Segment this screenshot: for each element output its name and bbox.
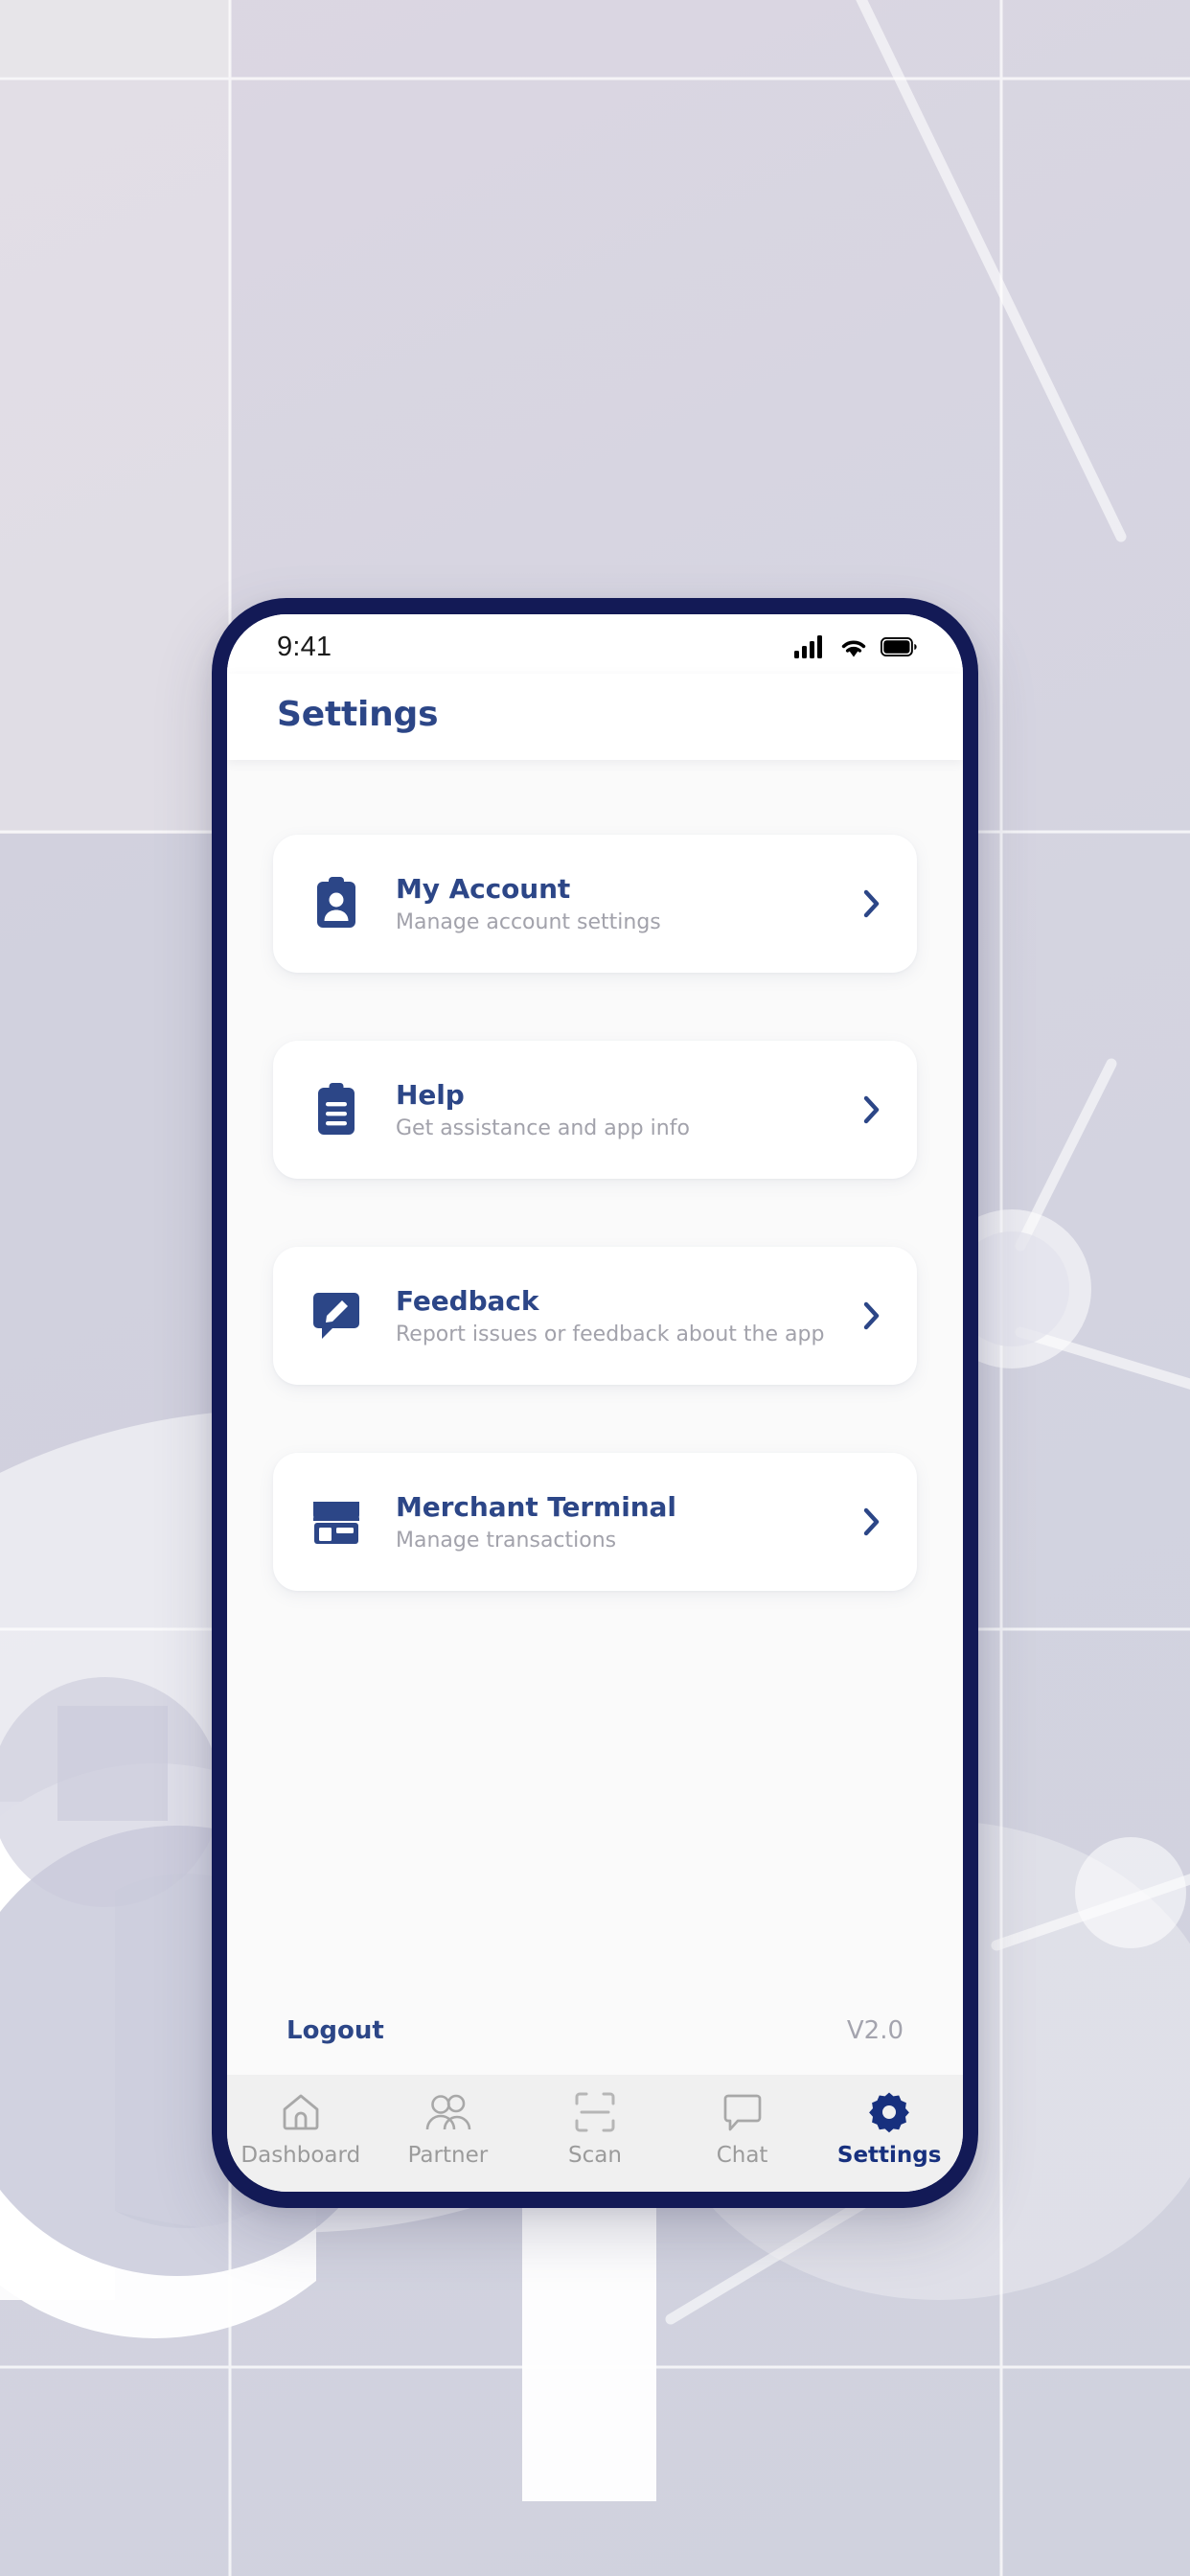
feedback-bubble-pencil-icon [309, 1289, 363, 1343]
nav-item-chat[interactable]: Chat [673, 2090, 812, 2168]
settings-item-text: Help Get assistance and app info [396, 1079, 859, 1140]
chevron-right-icon[interactable] [859, 1507, 884, 1536]
phone-screen: 9:41 Settings My Account Manage account … [227, 614, 963, 2192]
chevron-right-icon[interactable] [859, 1095, 884, 1124]
settings-item-merchant-terminal[interactable]: Merchant Terminal Manage transactions [273, 1453, 917, 1591]
nav-item-dashboard[interactable]: Dashboard [231, 2090, 370, 2168]
settings-item-text: Merchant Terminal Manage transactions [396, 1491, 859, 1552]
battery-icon [881, 637, 917, 656]
home-icon [280, 2090, 322, 2134]
settings-item-title: Merchant Terminal [396, 1491, 676, 1523]
nav-item-settings[interactable]: Settings [820, 2090, 959, 2168]
nav-label: Settings [836, 2143, 942, 2168]
chevron-right-icon[interactable] [859, 1301, 884, 1330]
settings-item-subtitle: Manage account settings [396, 910, 661, 934]
nav-label: Partner [407, 2143, 489, 2168]
settings-content: My Account Manage account settings Help … [227, 760, 963, 2075]
storefront-icon [309, 1495, 363, 1549]
settings-item-text: My Account Manage account settings [396, 873, 859, 934]
nav-label: Dashboard [240, 2143, 361, 2168]
bottom-navigation-bar: Dashboard Partner Scan Chat Settings [227, 2075, 963, 2192]
clipboard-icon [309, 1083, 363, 1137]
settings-item-title: Feedback [396, 1285, 539, 1317]
app-header: Settings [227, 674, 963, 760]
settings-item-subtitle: Manage transactions [396, 1529, 617, 1552]
nav-item-scan[interactable]: Scan [525, 2090, 664, 2168]
nav-label: Scan [568, 2143, 622, 2168]
id-badge-icon [309, 877, 363, 931]
settings-item-my-account[interactable]: My Account Manage account settings [273, 835, 917, 973]
gear-icon [868, 2090, 910, 2134]
settings-item-subtitle: Get assistance and app info [396, 1116, 690, 1140]
page-title: Settings [277, 694, 439, 734]
chevron-right-icon[interactable] [859, 889, 884, 918]
settings-item-feedback[interactable]: Feedback Report issues or feedback about… [273, 1247, 917, 1385]
app-version-label: V2.0 [846, 2016, 904, 2045]
people-icon [423, 2090, 471, 2134]
settings-item-text: Feedback Report issues or feedback about… [396, 1285, 859, 1346]
status-bar-icons [794, 635, 917, 658]
settings-item-title: Help [396, 1079, 465, 1111]
phone-mockup-frame: 9:41 Settings My Account Manage account … [212, 598, 978, 2208]
status-bar-time: 9:41 [277, 631, 332, 662]
settings-footer: Logout V2.0 [273, 1987, 917, 2075]
settings-item-subtitle: Report issues or feedback about the app [396, 1322, 825, 1346]
content-flex-spacer [273, 1659, 917, 1987]
status-bar: 9:41 [227, 614, 963, 674]
chat-icon [722, 2090, 763, 2134]
nav-label: Chat [716, 2143, 768, 2168]
logout-button[interactable]: Logout [286, 2016, 384, 2045]
nav-item-partner[interactable]: Partner [378, 2090, 517, 2168]
scan-icon [574, 2090, 616, 2134]
settings-item-title: My Account [396, 873, 571, 905]
content-top-spacer [273, 760, 917, 835]
wifi-icon [841, 640, 866, 656]
cellular-signal-icon [794, 635, 822, 658]
settings-item-help[interactable]: Help Get assistance and app info [273, 1041, 917, 1179]
